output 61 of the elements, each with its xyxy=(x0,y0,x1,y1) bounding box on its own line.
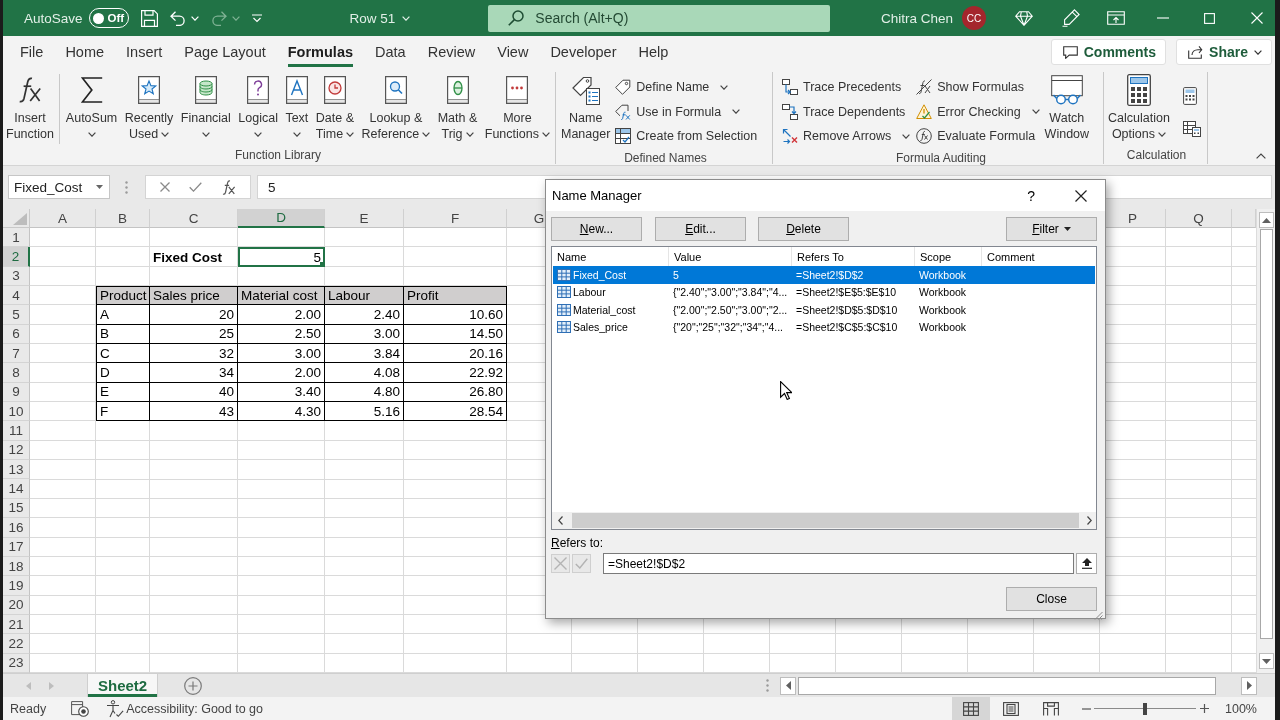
table-cell: 22.92 xyxy=(404,363,507,383)
table-cell: 28.54 xyxy=(404,402,507,422)
table-cell: 20.16 xyxy=(404,344,507,364)
group-label: Defined Names xyxy=(624,151,707,165)
table-cell: 4.08 xyxy=(325,363,404,383)
table-cell: 4.30 xyxy=(238,402,325,422)
list-cell: Sales_price xyxy=(573,321,628,334)
table-cell: 14.50 xyxy=(404,324,507,345)
status-text: Ready xyxy=(10,701,47,716)
list-cell: Workbook xyxy=(919,268,967,281)
table-cell: D xyxy=(96,363,150,383)
table-header-cell: Profit xyxy=(404,286,507,306)
table-cell: C xyxy=(96,344,150,364)
refers-to-label: Refers to: xyxy=(551,536,604,550)
table-cell: F xyxy=(96,402,150,422)
list-cell: Labour xyxy=(573,286,606,299)
table-cell: 3.40 xyxy=(238,382,325,403)
table-cell: 34 xyxy=(150,363,238,383)
list-cell: Workbook xyxy=(919,321,967,334)
table-header-cell: Material cost xyxy=(238,286,325,306)
table-cell: 20 xyxy=(150,305,238,325)
table-header-cell: Product xyxy=(96,286,150,306)
table-cell: 3.84 xyxy=(325,344,404,364)
list-cell: Workbook xyxy=(919,286,967,299)
table-cell: 4.80 xyxy=(325,382,404,403)
list-cell: 5 xyxy=(673,268,679,281)
autosave-label: AutoSave xyxy=(24,10,83,26)
table-cell: B xyxy=(96,324,150,345)
table-cell: 2.00 xyxy=(238,305,325,325)
table-cell: 2.40 xyxy=(325,305,404,325)
table-cell: E xyxy=(96,382,150,403)
active-cell: 5 xyxy=(238,247,325,267)
list-cell: =Sheet2!$D$5:$D$10 xyxy=(796,303,898,316)
table-cell: 25 xyxy=(150,324,238,345)
group-label: Formula Auditing xyxy=(895,151,986,165)
list-cell: {"20";"25";"32";"34";"4... xyxy=(673,321,784,334)
dialog-title: Name Manager xyxy=(552,188,642,203)
table-cell-text: Fixed Cost xyxy=(152,248,223,267)
table-cell: 3.00 xyxy=(238,344,325,364)
table-cell: 43 xyxy=(150,402,238,422)
table-cell: 3.00 xyxy=(325,324,404,345)
group-label: Calculation xyxy=(1126,147,1187,162)
table-cell: 10.60 xyxy=(404,305,507,325)
list-cell: =Sheet2!$C$5:$C$10 xyxy=(796,321,898,334)
table-cell: A xyxy=(96,305,150,325)
table-header-cell: Sales price xyxy=(150,286,238,306)
list-cell: {"2.00";"2.50";"3.00";"2... xyxy=(673,303,788,316)
list-cell: =Sheet2!$E$5:$E$10 xyxy=(796,286,897,299)
table-cell: 2.50 xyxy=(238,324,325,345)
list-cell: Workbook xyxy=(919,303,967,316)
list-cell: =Sheet2!$D$2 xyxy=(796,268,864,281)
list-cell: {"2.40";"3.00";"3.84";"4... xyxy=(673,286,788,299)
table-cell: 5.16 xyxy=(325,402,404,422)
list-cell: Material_cost xyxy=(573,303,636,316)
group-label: Function Library xyxy=(234,147,321,162)
table-cell: 2.00 xyxy=(238,363,325,383)
table-header-cell: Labour xyxy=(325,286,404,306)
table-cell: 32 xyxy=(150,344,238,364)
table-cell: 26.80 xyxy=(404,382,507,403)
list-cell: Fixed_Cost xyxy=(573,268,627,281)
table-cell: 40 xyxy=(150,382,238,403)
